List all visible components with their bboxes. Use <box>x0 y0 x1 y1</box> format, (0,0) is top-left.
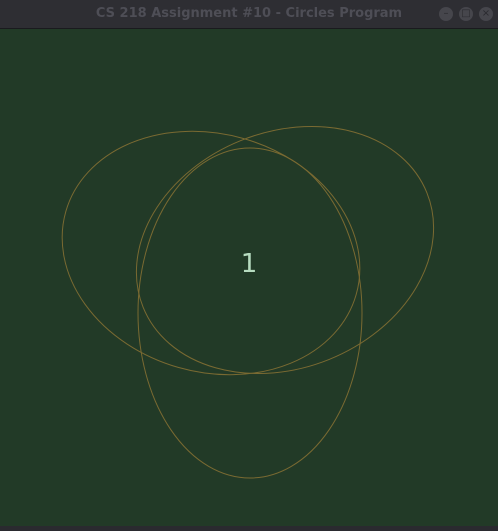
title-bar[interactable]: CS 218 Assignment #10 - Circles Program … <box>0 0 498 29</box>
window-bottom-edge <box>0 526 498 531</box>
minimize-button[interactable]: – <box>439 7 453 21</box>
maximize-button[interactable]: □ <box>459 7 473 21</box>
close-button[interactable]: × <box>479 7 493 21</box>
drawing-canvas <box>61 125 435 479</box>
circle-curve-right <box>135 125 435 375</box>
circle-curve-bottom <box>137 147 363 479</box>
circle-curve-left <box>61 130 361 376</box>
restore-icon: □ <box>461 8 471 19</box>
window-title: CS 218 Assignment #10 - Circles Program <box>95 6 403 21</box>
app-window: CS 218 Assignment #10 - Circles Program … <box>0 0 498 531</box>
minus-icon: – <box>443 8 449 19</box>
iteration-count-label: 1 <box>240 249 258 279</box>
close-icon: × <box>481 8 491 19</box>
